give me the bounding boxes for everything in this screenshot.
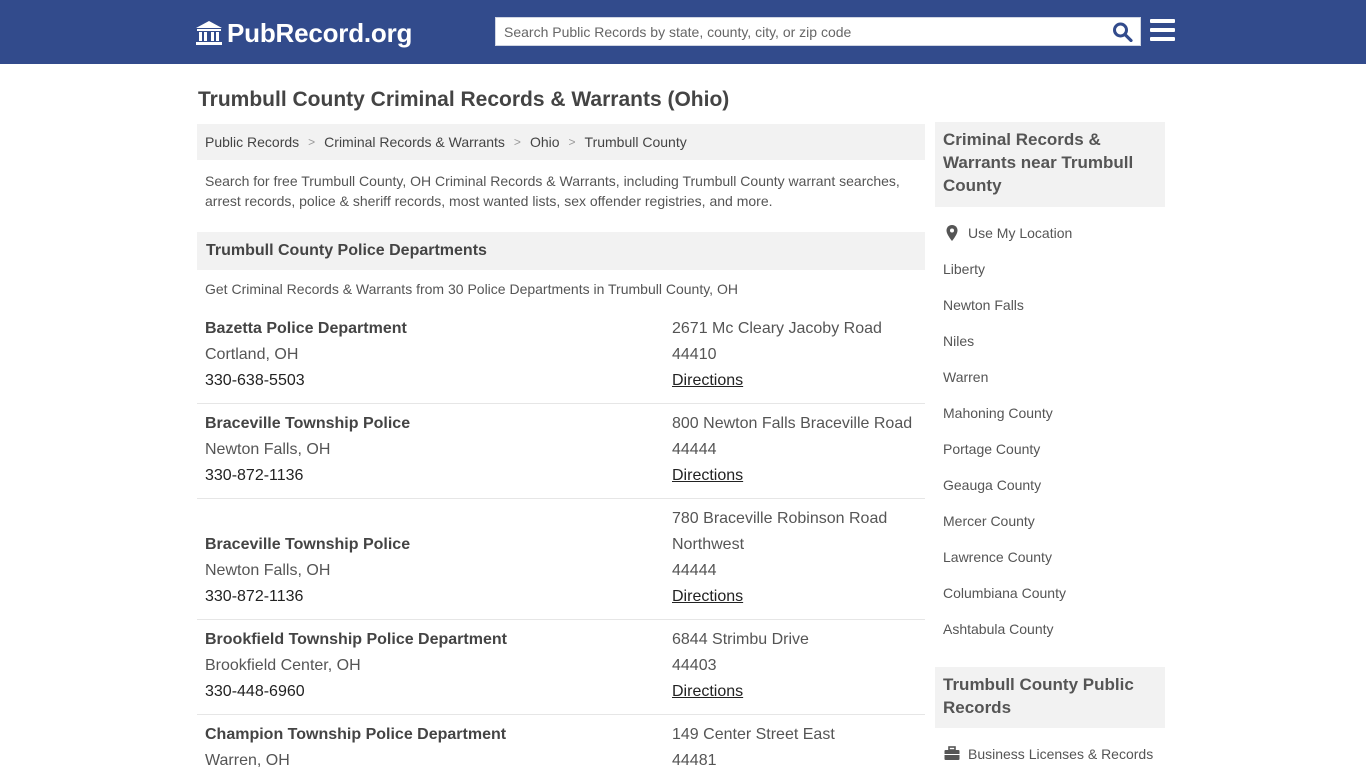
department-name: Braceville Township Police bbox=[205, 415, 411, 432]
department-phone[interactable]: 330-872-1136 bbox=[205, 463, 655, 489]
sidebar-link-niles[interactable]: Niles bbox=[943, 323, 1165, 359]
department-city: Newton Falls, OH bbox=[205, 562, 331, 579]
department-city: Cortland, OH bbox=[205, 346, 299, 363]
department-zip: 44481 bbox=[672, 752, 717, 768]
police-departments-heading: Trumbull County Police Departments bbox=[197, 232, 925, 270]
directions-link[interactable]: Directions bbox=[672, 372, 743, 389]
department-address-line: 6844 Strimbu Drive bbox=[672, 631, 809, 648]
sidebar-link-geauga-county[interactable]: Geauga County bbox=[943, 467, 1165, 503]
site-name: PubRecord.org bbox=[227, 17, 413, 48]
department-item: Braceville Township Police Newton Falls,… bbox=[197, 411, 925, 499]
directions-link[interactable]: Directions bbox=[672, 683, 743, 700]
department-name: Champion Township Police Department bbox=[205, 726, 507, 743]
sidebar-link-columbiana-county[interactable]: Columbiana County bbox=[943, 575, 1165, 611]
department-name: Brookfield Township Police Department bbox=[205, 631, 507, 648]
courthouse-icon bbox=[196, 21, 222, 45]
department-phone[interactable]: 330-448-6960 bbox=[205, 679, 655, 705]
hamburger-menu-icon[interactable] bbox=[1150, 19, 1175, 42]
department-city: Brookfield Center, OH bbox=[205, 657, 361, 674]
search-box bbox=[495, 17, 1141, 46]
sidebar-nearby-list: Use My Location Liberty Newton Falls Nil… bbox=[943, 215, 1165, 647]
sidebar-public-records-heading: Trumbull County Public Records bbox=[935, 667, 1165, 728]
sidebar-link-liberty[interactable]: Liberty bbox=[943, 251, 1165, 287]
department-phone[interactable]: 330-638-5503 bbox=[205, 368, 655, 394]
department-city: Newton Falls, OH bbox=[205, 441, 331, 458]
sidebar-public-records-list: Business Licenses & Records bbox=[943, 736, 1165, 768]
department-zip: 44444 bbox=[672, 562, 717, 579]
breadcrumb-separator: > bbox=[568, 135, 576, 149]
department-zip: 44444 bbox=[672, 441, 717, 458]
page-intro: Search for free Trumbull County, OH Crim… bbox=[205, 173, 900, 209]
breadcrumb-ohio[interactable]: Ohio bbox=[530, 134, 560, 150]
breadcrumb-separator: > bbox=[513, 135, 521, 149]
department-address-line: 780 Braceville Robinson Road bbox=[672, 510, 888, 527]
department-item: Braceville Township Police Newton Falls,… bbox=[197, 506, 925, 620]
sidebar-link-mahoning-county[interactable]: Mahoning County bbox=[943, 395, 1165, 431]
department-item: Bazetta Police Department Cortland, OH 3… bbox=[197, 316, 925, 404]
department-zip: 44410 bbox=[672, 346, 717, 363]
directions-link[interactable]: Directions bbox=[672, 588, 743, 605]
department-name: Bazetta Police Department bbox=[205, 320, 407, 337]
breadcrumb-criminal-records[interactable]: Criminal Records & Warrants bbox=[324, 134, 505, 150]
business-licenses-label: Business Licenses & Records bbox=[968, 746, 1154, 762]
sidebar-link-portage-county[interactable]: Portage County bbox=[943, 431, 1165, 467]
department-item: Brookfield Township Police Department Br… bbox=[197, 627, 925, 715]
sidebar-link-lawrence-county[interactable]: Lawrence County bbox=[943, 539, 1165, 575]
sidebar-link-mercer-county[interactable]: Mercer County bbox=[943, 503, 1165, 539]
breadcrumb-trumbull-county[interactable]: Trumbull County bbox=[585, 134, 687, 150]
use-my-location-button[interactable]: Use My Location bbox=[943, 215, 1165, 251]
department-zip: 44403 bbox=[672, 657, 717, 674]
department-city: Warren, OH bbox=[205, 752, 290, 768]
breadcrumb: Public Records > Criminal Records & Warr… bbox=[197, 124, 925, 160]
sidebar-link-newton-falls[interactable]: Newton Falls bbox=[943, 287, 1165, 323]
sidebar-nearby-heading: Criminal Records & Warrants near Trumbul… bbox=[935, 122, 1165, 207]
sidebar-link-warren[interactable]: Warren bbox=[943, 359, 1165, 395]
department-address-line: 800 Newton Falls Braceville Road bbox=[672, 415, 913, 432]
department-address-line: 149 Center Street East bbox=[672, 726, 835, 743]
map-pin-icon bbox=[946, 225, 958, 241]
directions-link[interactable]: Directions bbox=[672, 467, 743, 484]
department-name: Braceville Township Police bbox=[205, 536, 411, 553]
department-phone[interactable]: 330-872-1136 bbox=[205, 584, 655, 610]
use-my-location-label: Use My Location bbox=[968, 225, 1073, 241]
sidebar-link-business-licenses[interactable]: Business Licenses & Records bbox=[943, 736, 1165, 768]
breadcrumb-public-records[interactable]: Public Records bbox=[205, 134, 299, 150]
breadcrumb-separator: > bbox=[308, 135, 316, 149]
site-header: PubRecord.org bbox=[0, 0, 1366, 64]
briefcase-icon bbox=[944, 746, 960, 760]
department-address-line: Northwest bbox=[672, 536, 745, 553]
sidebar-link-ashtabula-county[interactable]: Ashtabula County bbox=[943, 611, 1165, 647]
page-title: Trumbull County Criminal Records & Warra… bbox=[198, 88, 730, 111]
search-input[interactable] bbox=[496, 18, 1106, 45]
department-item: Champion Township Police Department Warr… bbox=[197, 722, 925, 768]
department-address-line: 2671 Mc Cleary Jacoby Road bbox=[672, 320, 882, 337]
site-logo[interactable]: PubRecord.org bbox=[195, 17, 412, 49]
police-departments-subheading: Get Criminal Records & Warrants from 30 … bbox=[205, 281, 738, 297]
search-icon[interactable] bbox=[1112, 22, 1134, 42]
